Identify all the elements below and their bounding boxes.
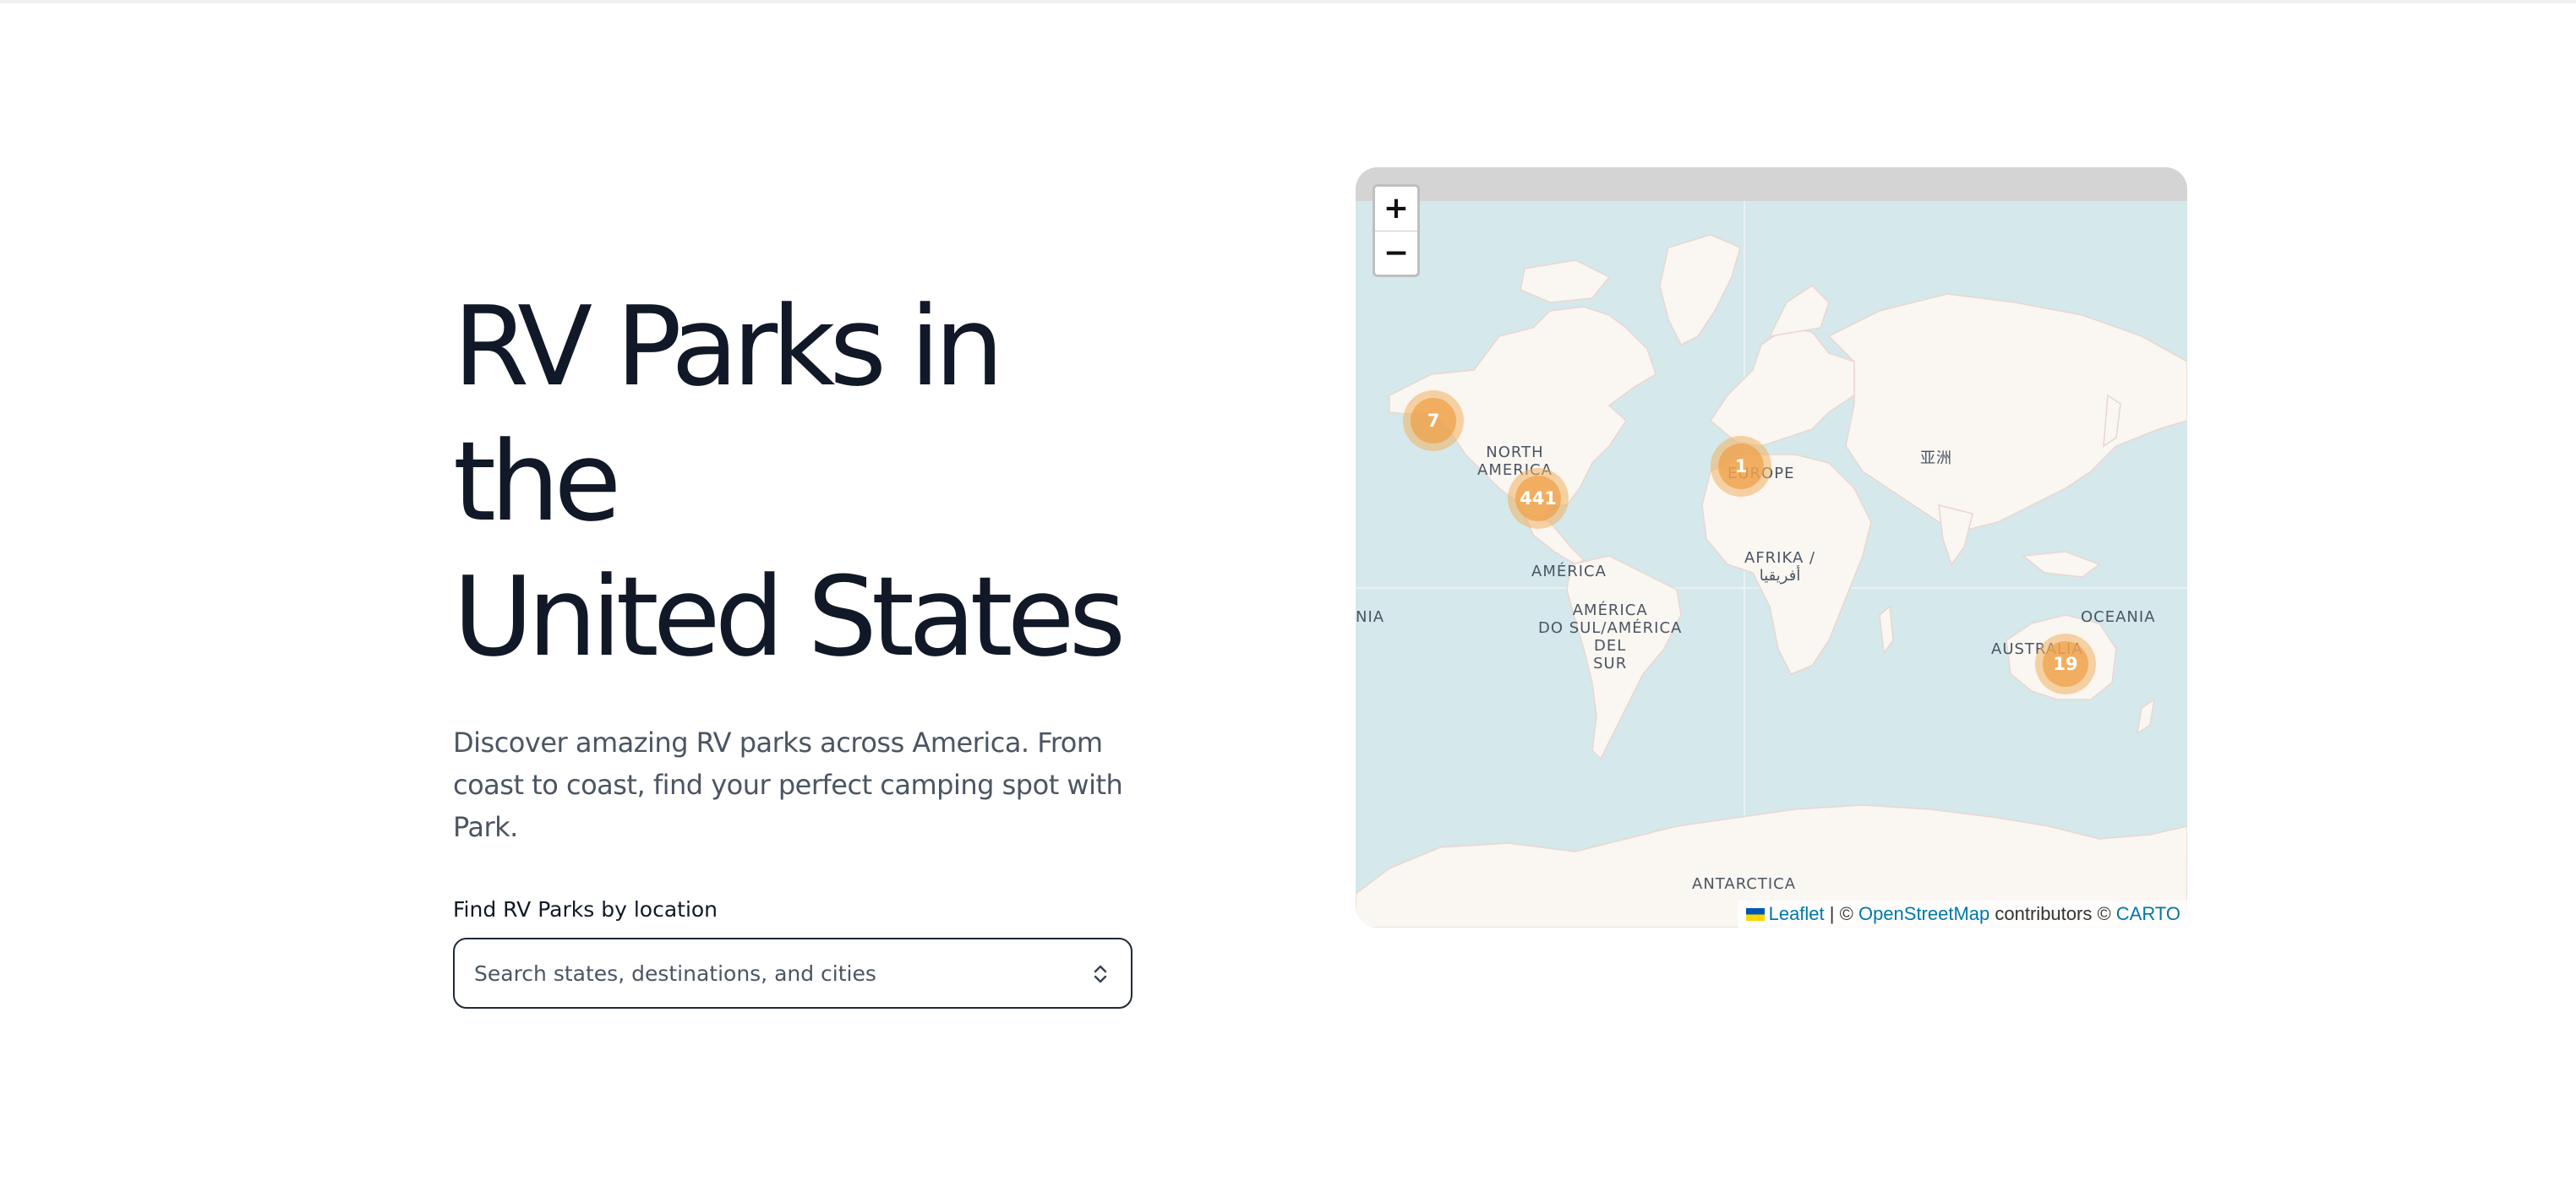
title-line-2: United States — [453, 553, 1126, 681]
hero-section: RV Parks in the United States Discover a… — [453, 279, 1138, 1009]
zoom-out-button[interactable]: − — [1375, 231, 1417, 275]
map-label-edge: NIA — [1356, 608, 1385, 626]
map-tiles — [1356, 167, 2187, 928]
page-subtitle: Discover amazing RV parks across America… — [453, 727, 1123, 843]
attribution-contributors: contributors © — [1995, 903, 2111, 924]
cluster-count: 7 — [1411, 398, 1456, 444]
zoom-control: + − — [1373, 184, 1420, 277]
location-search-combobox[interactable] — [453, 938, 1132, 1009]
chevron-up-down-icon[interactable] — [1092, 963, 1109, 985]
attribution-separator: | © — [1829, 903, 1853, 924]
page-title: RV Parks in the United States — [453, 279, 1138, 684]
cluster-marker-alaska[interactable]: 7 — [1403, 390, 1464, 451]
top-divider — [0, 0, 2576, 3]
ukraine-flag-icon — [1745, 907, 1765, 921]
map-label-south-america: AMÉRICA DO SUL/AMÉRICA DEL SUR — [1538, 602, 1683, 672]
carto-link[interactable]: CARTO — [2116, 901, 2180, 928]
map-label-america: AMÉRICA — [1531, 563, 1607, 580]
map-label-antarctica: ANTARCTICA — [1692, 875, 1797, 893]
title-line-1: RV Parks in the — [453, 282, 1004, 546]
cluster-marker-usa[interactable]: 441 — [1508, 468, 1569, 529]
leaflet-link[interactable]: Leaflet — [1769, 901, 1825, 928]
map-label-oceania: OCEANIA — [2081, 608, 2156, 626]
cluster-marker-europe[interactable]: 1 — [1711, 436, 1771, 497]
cluster-count: 441 — [1515, 476, 1561, 521]
map-attribution: Leaflet | © OpenStreetMap contributors ©… — [1737, 901, 2187, 928]
zoom-in-button[interactable]: + — [1375, 187, 1417, 231]
location-search-input[interactable] — [472, 960, 1067, 987]
map-label-africa: AFRIKA / أفريقيا — [1744, 549, 1816, 585]
cluster-marker-australia[interactable]: 19 — [2035, 634, 2096, 694]
search-label: Find RV Parks by location — [453, 897, 718, 922]
map-label-asia: 亚洲 — [1920, 449, 1952, 467]
cluster-count: 1 — [1718, 444, 1764, 489]
openstreetmap-link[interactable]: OpenStreetMap — [1858, 901, 1989, 928]
cluster-count: 19 — [2043, 641, 2088, 687]
world-map[interactable]: + − NORTH AMERICA AMÉRICA AMÉRICA DO SUL… — [1356, 167, 2187, 928]
